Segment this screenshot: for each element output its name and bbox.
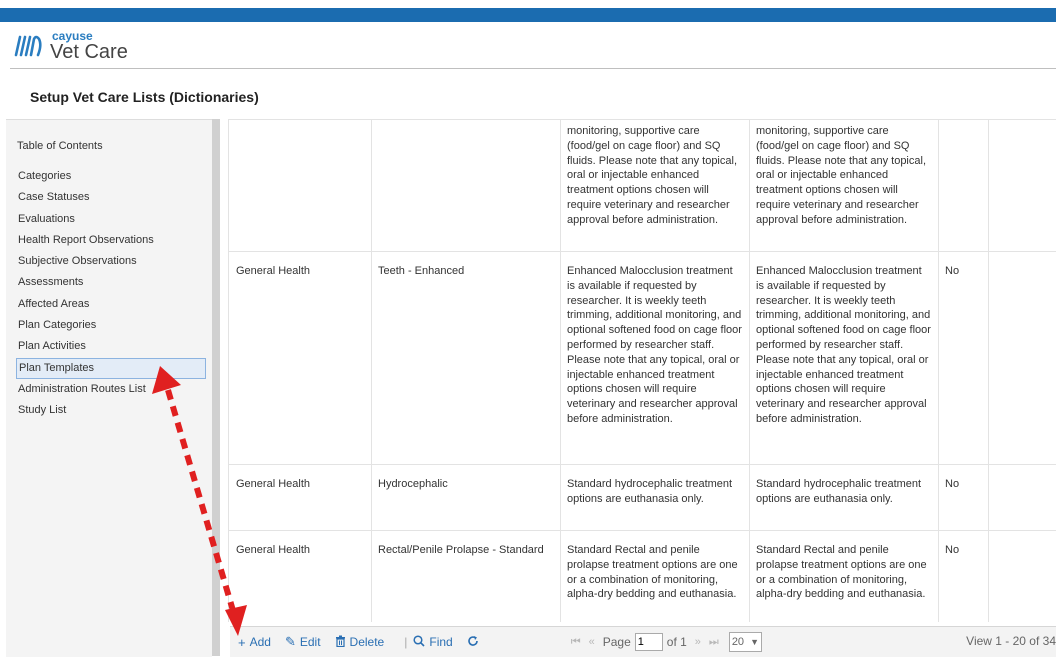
refresh-button[interactable] (467, 635, 483, 650)
cell-flag: No (939, 465, 989, 531)
prev-page-icon[interactable]: « (589, 636, 595, 648)
first-page-icon[interactable]: ⏮ (571, 636, 581, 649)
find-button[interactable]: Find (413, 635, 452, 650)
delete-button[interactable]: Delete (335, 635, 385, 650)
header-divider (10, 68, 1056, 69)
toc-item-health-report-observations[interactable]: Health Report Observations (16, 230, 206, 251)
table-row[interactable]: General Health Hydrocephalic Standard hy… (229, 465, 1056, 531)
toc-item-study-list[interactable]: Study List (16, 400, 206, 421)
edit-button[interactable]: ✎ Edit (285, 634, 321, 650)
records-info: View 1 - 20 of 34 (966, 634, 1056, 648)
toc-item-plan-categories[interactable]: Plan Categories (16, 315, 206, 336)
page-size-select[interactable]: 20 ▼ (729, 632, 762, 652)
toc-item-case-statuses[interactable]: Case Statuses (16, 187, 206, 208)
sidebar-toc: Table of Contents Categories Case Status… (6, 119, 212, 657)
toc-item-plan-templates[interactable]: Plan Templates (16, 358, 206, 379)
toolbar-separator: | (404, 635, 407, 649)
cell-description-2: Enhanced Malocclusion treatment is avail… (750, 252, 939, 465)
cell-extra (989, 120, 1056, 252)
cell-extra (989, 252, 1056, 465)
top-accent-bar (0, 8, 1056, 22)
cayuse-logo-icon (14, 31, 44, 61)
cell-name (372, 120, 561, 252)
cell-flag: No (939, 531, 989, 623)
cell-description: Standard Rectal and penile prolapse trea… (561, 531, 750, 623)
cell-name: Hydrocephalic (372, 465, 561, 531)
cell-extra (989, 465, 1056, 531)
toc-item-evaluations[interactable]: Evaluations (16, 209, 206, 230)
toc-item-plan-activities[interactable]: Plan Activities (16, 336, 206, 357)
add-label: Add (250, 635, 271, 649)
cell-description: Enhanced Malocclusion treatment is avail… (561, 252, 750, 465)
add-button[interactable]: + Add (238, 635, 271, 650)
cell-description-2: Standard hydrocephalic treatment options… (750, 465, 939, 531)
page-size-value: 20 (732, 636, 744, 648)
cell-description: monitoring, supportive care (food/gel on… (561, 120, 750, 252)
cell-description-2: Standard Rectal and penile prolapse trea… (750, 531, 939, 623)
toc-list: Categories Case Statuses Evaluations Hea… (16, 166, 206, 422)
page-title: Setup Vet Care Lists (Dictionaries) (30, 89, 259, 105)
templates-grid: monitoring, supportive care (food/gel on… (228, 119, 1056, 622)
table-row[interactable]: General Health Teeth - Enhanced Enhanced… (229, 252, 1056, 465)
page-number-input[interactable] (635, 633, 663, 651)
cell-flag: No (939, 252, 989, 465)
delete-label: Delete (350, 635, 385, 649)
grid-pager: + Add ✎ Edit Delete | Find ⏮ « Page of 1… (230, 626, 1056, 657)
toc-title: Table of Contents (17, 140, 103, 152)
templates-table: monitoring, supportive care (food/gel on… (228, 119, 1056, 622)
cell-description: Standard hydrocephalic treatment options… (561, 465, 750, 531)
magnifier-icon (413, 635, 425, 650)
cell-flag (939, 120, 989, 252)
trash-icon (335, 635, 346, 650)
table-row[interactable]: General Health Rectal/Penile Prolapse - … (229, 531, 1056, 623)
toc-item-categories[interactable]: Categories (16, 166, 206, 187)
app-logo: cayuse Vet Care (14, 28, 128, 64)
product-name: Vet Care (50, 42, 128, 62)
cell-name: Teeth - Enhanced (372, 252, 561, 465)
edit-label: Edit (300, 635, 321, 649)
toc-item-affected-areas[interactable]: Affected Areas (16, 294, 206, 315)
plus-icon: + (238, 635, 246, 650)
toc-item-subjective-observations[interactable]: Subjective Observations (16, 251, 206, 272)
table-row[interactable]: monitoring, supportive care (food/gel on… (229, 120, 1056, 252)
cell-name: Rectal/Penile Prolapse - Standard (372, 531, 561, 623)
next-page-icon[interactable]: » (695, 636, 701, 648)
cell-description-2: monitoring, supportive care (food/gel on… (750, 120, 939, 252)
page-of-label: of 1 (667, 635, 687, 649)
chevron-down-icon: ▼ (750, 637, 759, 647)
find-label: Find (429, 635, 452, 649)
refresh-icon (467, 635, 479, 650)
page-controls: ⏮ « Page of 1 » ⏭ 20 ▼ (571, 632, 762, 652)
cell-category: General Health (229, 465, 372, 531)
cell-category (229, 120, 372, 252)
toc-item-assessments[interactable]: Assessments (16, 272, 206, 293)
pencil-icon: ✎ (285, 634, 296, 650)
page-label: Page (603, 635, 631, 649)
cell-category: General Health (229, 252, 372, 465)
last-page-icon[interactable]: ⏭ (709, 636, 719, 649)
cell-category: General Health (229, 531, 372, 623)
toc-item-administration-routes-list[interactable]: Administration Routes List (16, 379, 206, 400)
cell-extra (989, 531, 1056, 623)
pane-splitter[interactable] (212, 119, 220, 656)
